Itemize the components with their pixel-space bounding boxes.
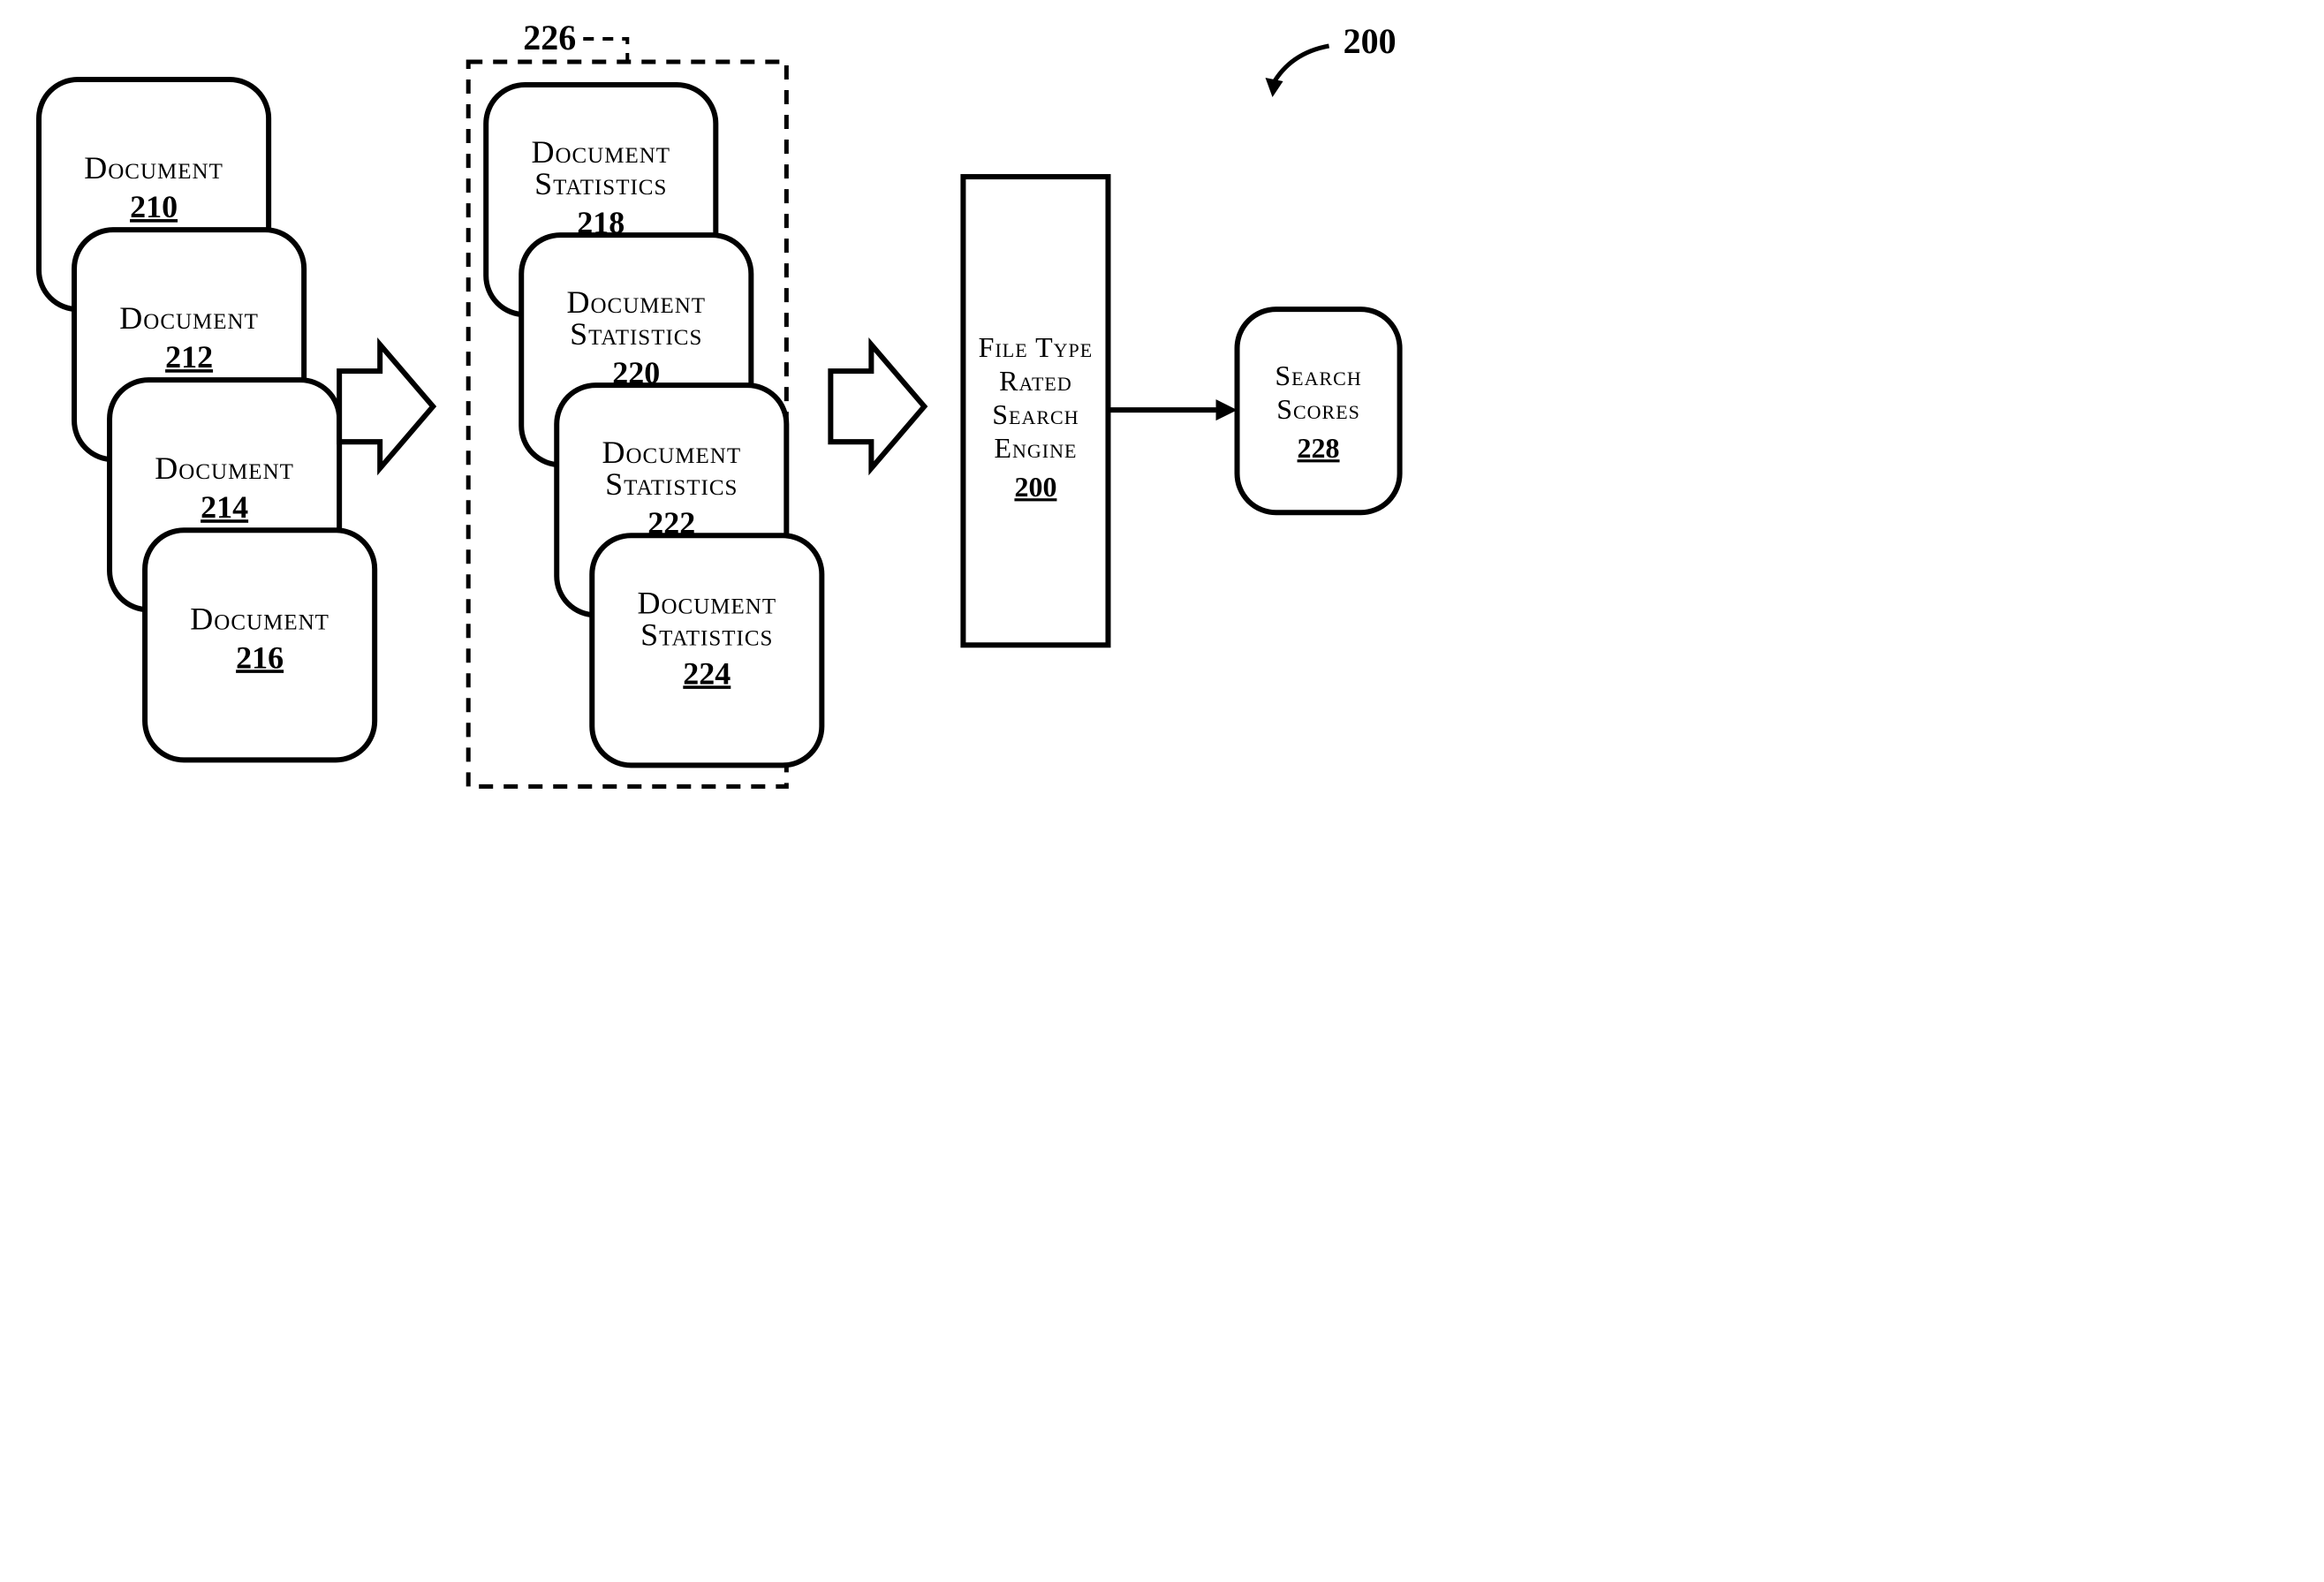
engine-ref: 200 [1014,471,1056,503]
document-ref: 212 [165,339,213,375]
engine-line-3: Search [992,398,1079,430]
stats-label-2: Statistics [605,466,738,502]
stats-card-224: Document Statistics 224 [592,535,821,765]
document-ref: 214 [201,489,248,525]
stats-label-2: Statistics [640,617,773,652]
arrow-engine-to-scores [1108,399,1237,420]
document-label: Document [190,601,329,636]
stats-label-2: Statistics [570,316,702,352]
stats-label-2: Statistics [534,166,667,201]
document-ref: 216 [236,640,284,675]
engine-line-4: Engine [994,432,1077,464]
output-line-1: Search [1275,360,1361,391]
stats-label-1: Document [566,284,706,320]
output-box: Search Scores 228 [1238,309,1400,512]
engine-line-1: File Type [979,331,1094,363]
document-ref: 210 [130,189,178,224]
patent-diagram: Document 210 Document 212 Document 214 D… [0,0,2324,1582]
arrow-docs-to-stats [339,344,433,468]
engine-line-2: Rated [999,365,1072,397]
dashed-ref-label: 226 [523,18,576,57]
document-card-216: Document 216 [145,530,375,760]
documents-stack: Document 210 Document 212 Document 214 D… [39,79,375,760]
stats-stack: Document Statistics 218 Document Statist… [486,85,821,765]
stats-label-1: Document [531,134,670,170]
document-label: Document [155,450,294,486]
engine-box: File Type Rated Search Engine 200 [963,177,1108,645]
output-line-2: Scores [1276,393,1360,425]
stats-label-1: Document [638,585,777,620]
document-label: Document [84,150,223,185]
figure-ref-top: 200 [1344,21,1397,61]
arrow-stats-to-engine [830,344,924,468]
figure-ref-pointer: 200 [1266,21,1397,97]
document-label: Document [119,300,259,336]
output-ref: 228 [1298,432,1340,464]
stats-ref: 224 [683,655,731,691]
stats-label-1: Document [602,435,741,470]
